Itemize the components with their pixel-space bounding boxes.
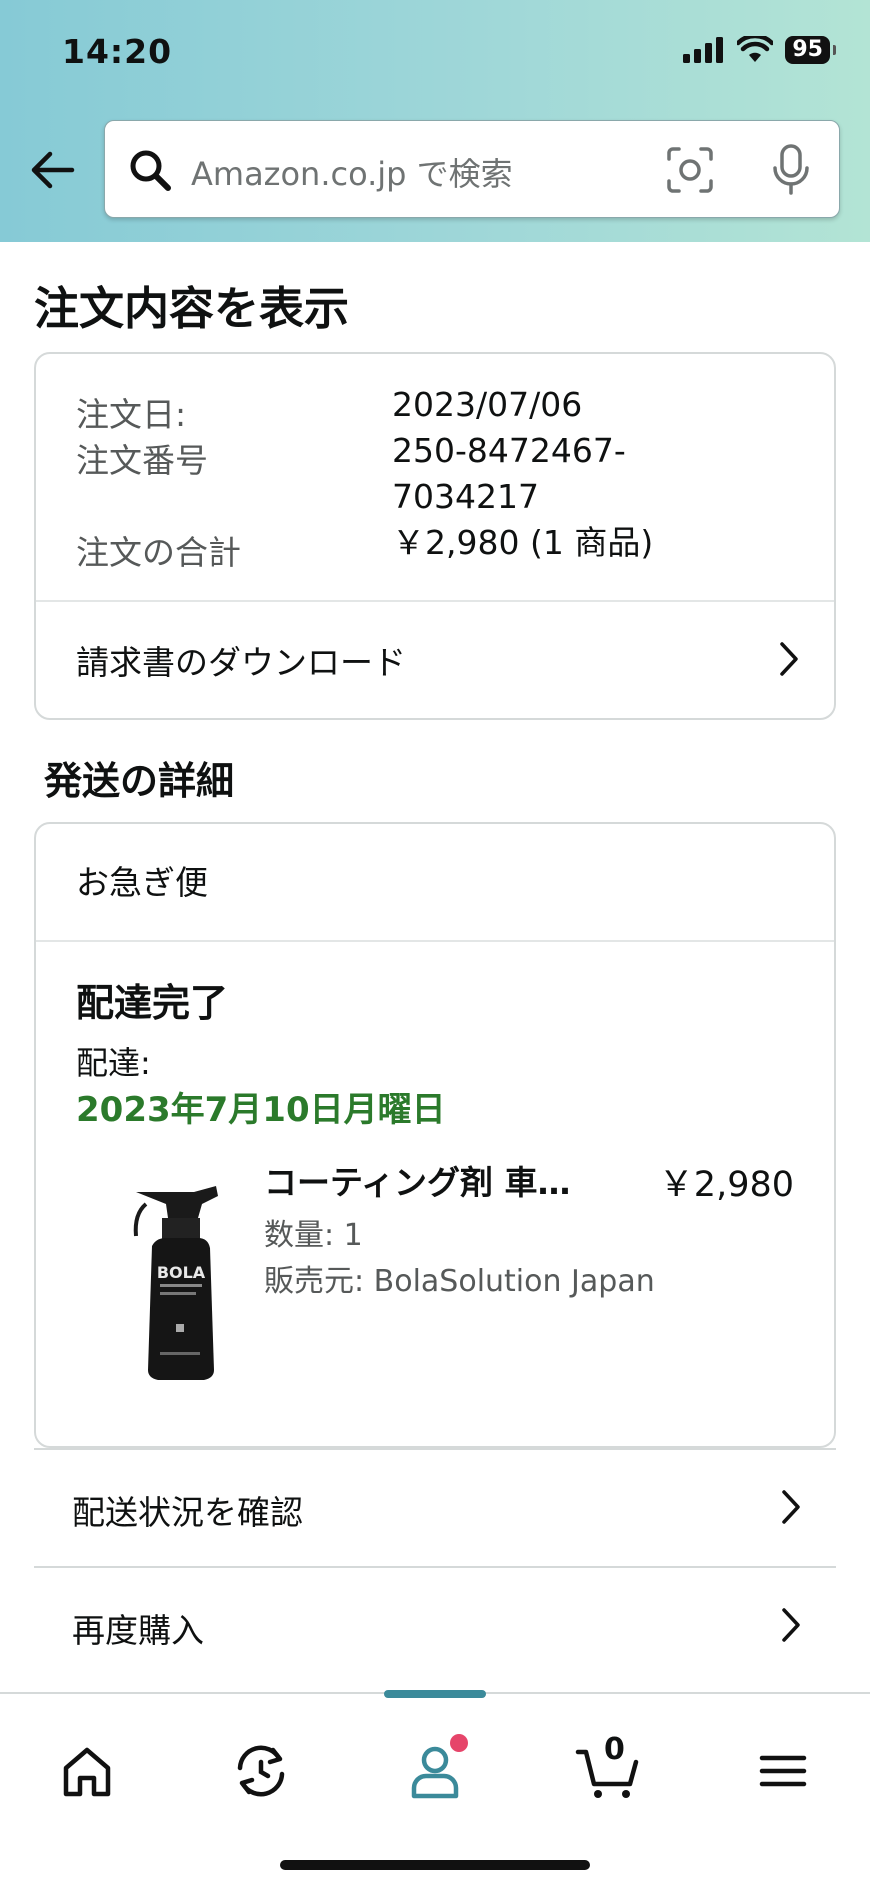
track-package-label: 配送状況を確認 [72,1493,303,1532]
nav-cart[interactable]: 0 [574,1732,644,1804]
chevron-right-icon [782,1608,800,1642]
delivery-status: 配達完了 [76,981,229,1025]
microphone-icon[interactable] [769,143,813,197]
shipping-section-title: 発送の詳細 [44,759,235,803]
product-name[interactable]: コーティング剤 車… [264,1156,594,1204]
nav-home[interactable] [52,1738,122,1804]
delivery-date: 2023年7月10日月曜日 [76,1090,446,1130]
nav-menu[interactable] [748,1738,818,1804]
order-number-value-line2: 7034217 [392,477,539,516]
app-header: 14:20 95 Amazon.co.jp で検索 [0,0,870,242]
status-icons: 95 [683,36,836,64]
order-number-label: 注文番号 [76,441,208,480]
wifi-icon [737,36,774,62]
order-total-label: 注文の合計 [76,533,241,572]
nav-account[interactable] [400,1734,470,1804]
page-title: 注文内容を表示 [34,282,350,335]
order-number-value-line1: 250-8472467- [392,431,626,470]
chevron-right-icon [782,1490,800,1524]
search-icon [130,150,171,191]
track-package-row[interactable]: 配送状況を確認 [34,1448,836,1564]
camera-scan-icon[interactable] [665,145,715,195]
delivery-label: 配達: [76,1044,151,1082]
active-tab-indicator [384,1690,486,1698]
buy-again-label: 再度購入 [72,1611,204,1650]
buy-again-row[interactable]: 再度購入 [34,1566,836,1682]
back-arrow-icon[interactable] [28,148,76,192]
nav-history[interactable] [226,1738,296,1804]
invoice-download-label: 請求書のダウンロード [76,643,406,682]
cart-count: 0 [604,1732,625,1767]
shipment-card: お急ぎ便 配達完了 配達: 2023年7月10日月曜日 BOLA コーティング剤… [34,822,836,1448]
history-icon [237,1745,285,1797]
status-time: 14:20 [62,32,173,71]
order-date-value: 2023/07/06 [392,385,583,424]
invoice-download-link[interactable]: 請求書のダウンロード [36,602,834,718]
order-total-value: ￥2,980 (1 商品) [392,523,654,562]
order-summary-card: 注文日: 2023/07/06 注文番号 250-8472467- 703421… [34,352,836,720]
search-input[interactable]: Amazon.co.jp で検索 [104,120,840,218]
chevron-right-icon [780,642,798,676]
battery-indicator: 95 [785,36,836,64]
bottom-nav: 0 [0,1690,870,1884]
search-placeholder: Amazon.co.jp で検索 [191,155,513,193]
order-date-label: 注文日: [76,395,187,434]
product-price: ￥2,980 [658,1165,794,1205]
notification-badge [450,1734,468,1752]
product-quantity: 数量: 1 [264,1218,363,1253]
product-bottle-label: BOLA [157,1263,206,1282]
cellular-signal-icon [683,37,724,63]
home-icon [63,1747,111,1797]
home-indicator[interactable] [280,1860,590,1870]
shipping-method: お急ぎ便 [76,863,208,902]
product-image[interactable]: BOLA [106,1174,256,1394]
product-seller: 販売元: BolaSolution Japan [264,1264,655,1299]
divider [36,940,834,942]
hamburger-menu-icon [759,1755,807,1787]
